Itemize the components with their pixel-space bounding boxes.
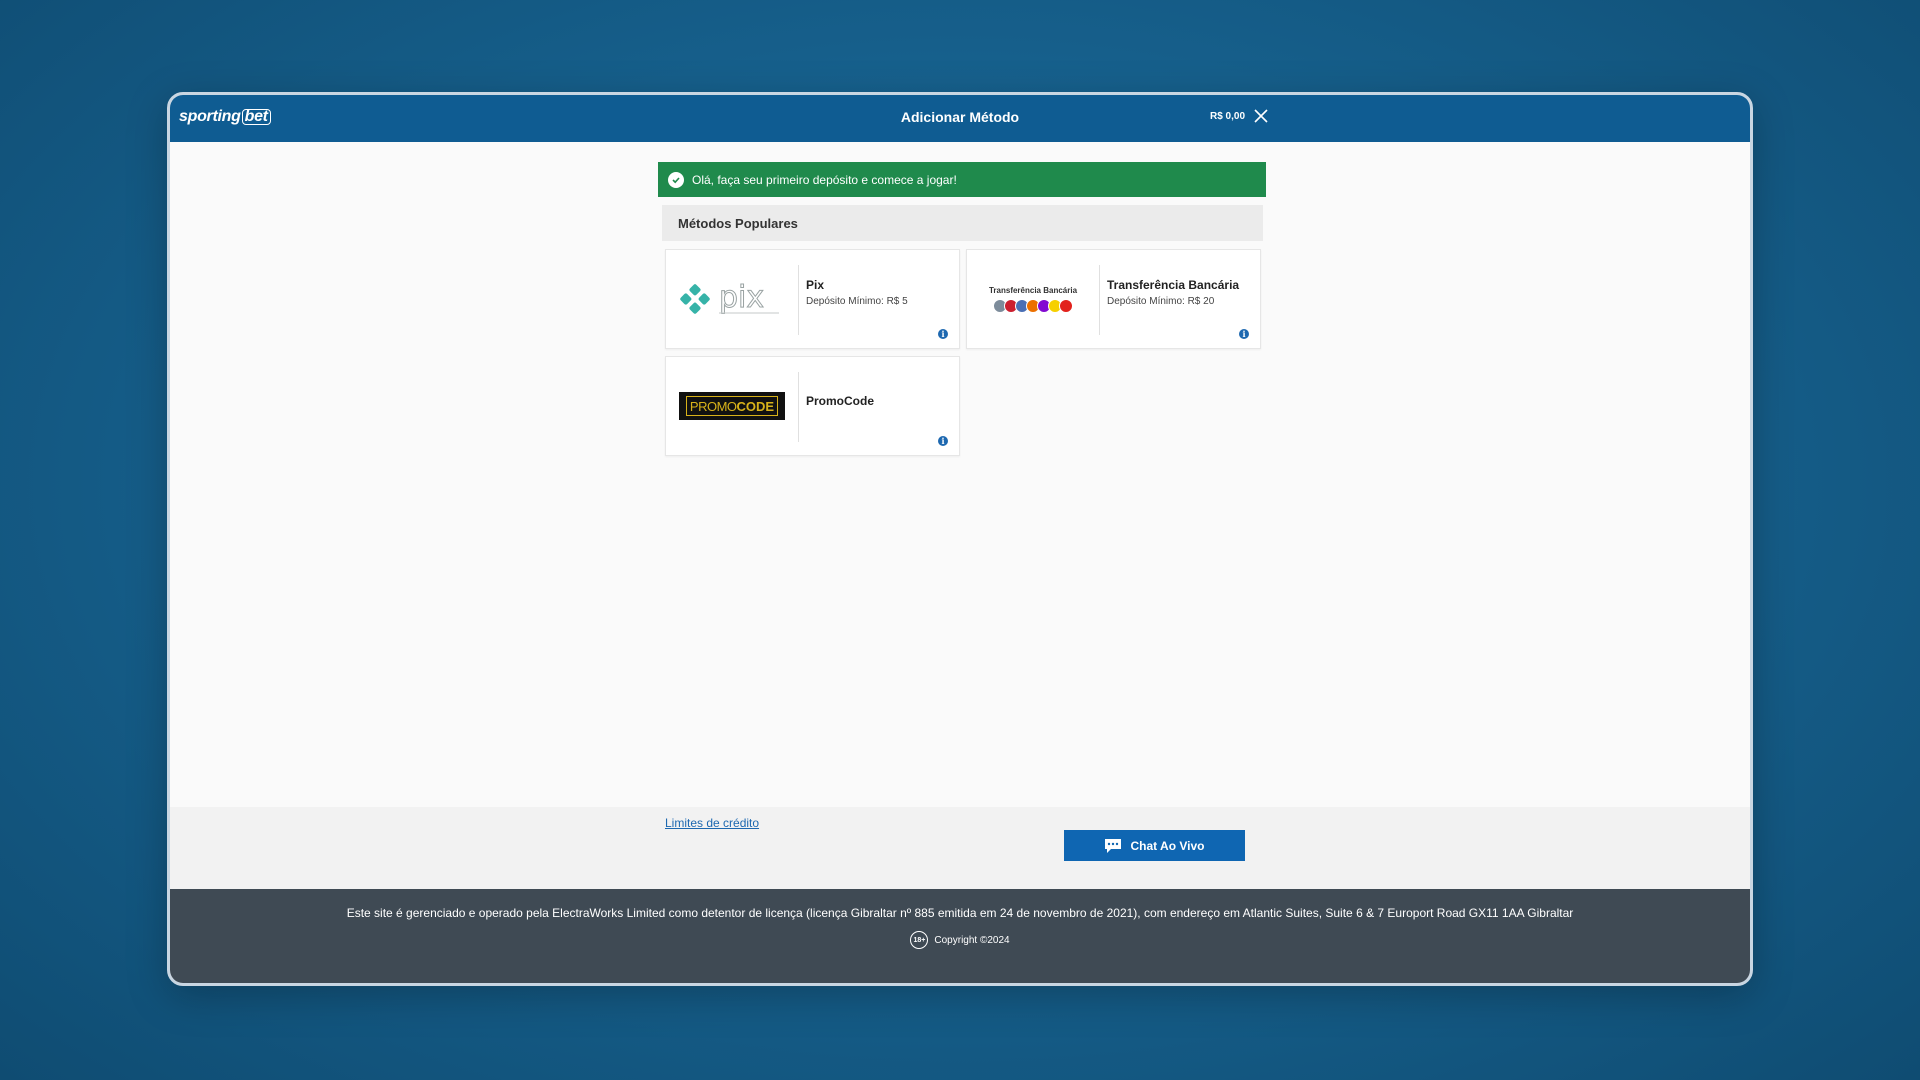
balance-display: R$ 0,00 [1210,111,1246,122]
info-icon[interactable]: i [938,329,948,339]
page-title: Adicionar Método [900,109,1020,125]
info-icon[interactable]: i [938,436,948,446]
section-title: Métodos Populares [662,205,1263,241]
method-info: Transferência Bancária Depósito Mínimo: … [1107,278,1239,307]
bank-icon [1059,298,1073,313]
pix-logo: pix [666,250,798,348]
method-info: Pix Depósito Mínimo: R$ 5 [806,278,908,307]
method-card-promocode[interactable]: PROMO CODE PromoCode i [665,356,960,456]
bank-transfer-logo: Transferência Bancária [967,250,1099,348]
card-divider [798,265,799,335]
promocode-logo: PROMO CODE [666,357,798,455]
method-name: Pix [806,278,825,292]
credit-limits-link[interactable]: Limites de crédito [665,816,759,830]
actions-area: Limites de crédito Chat Ao Vivo [170,807,1750,889]
age-restriction-icon: 18+ [910,931,929,949]
method-name: Transferência Bancária [1107,278,1240,292]
check-circle-icon [668,171,684,188]
header-bar: sporting bet Adicionar Método R$ 0,00 [170,95,1750,142]
copyright-row: 18+ Copyright ©2024 [170,931,1750,949]
bank-icons [993,298,1073,313]
copyright-text: Copyright ©2024 [934,934,1010,946]
method-card-bank-transfer[interactable]: Transferência Bancária Transferência Ban… [966,249,1261,349]
method-name: PromoCode [806,394,875,408]
promo-logo-text: PROMO [689,398,737,414]
info-icon[interactable]: i [1239,329,1249,339]
live-chat-button[interactable]: Chat Ao Vivo [1064,830,1245,861]
legal-text: Este site é gerenciado e operado pela El… [346,906,1574,920]
method-min-deposit: Depósito Mínimo: R$ 20 [1107,296,1215,307]
chat-icon [1105,838,1122,853]
banner-text: Olá, faça seu primeiro depósito e comece… [692,172,957,187]
chat-button-label: Chat Ao Vivo [1130,838,1205,853]
close-icon[interactable] [1252,107,1270,125]
pix-logo-icon: pix [680,280,779,316]
deposit-window: sporting bet Adicionar Método R$ 0,00 Olá… [167,92,1753,986]
method-min-deposit: Depósito Mínimo: R$ 5 [806,296,908,307]
method-info: PromoCode [806,394,874,408]
main-content: Olá, faça seu primeiro depósito e comece… [170,142,1750,807]
welcome-banner: Olá, faça seu primeiro depósito e comece… [658,162,1266,197]
card-divider [798,372,799,442]
legal-footer: Este site é gerenciado e operado pela El… [170,889,1750,983]
card-divider [1099,265,1100,335]
svg-text:pix: pix [719,280,764,315]
bank-logo-text: Transferência Bancária [988,285,1078,295]
method-card-pix[interactable]: pix Pix Depósito Mínimo: R$ 5 i [665,249,960,349]
code-logo-text: CODE [736,398,775,414]
